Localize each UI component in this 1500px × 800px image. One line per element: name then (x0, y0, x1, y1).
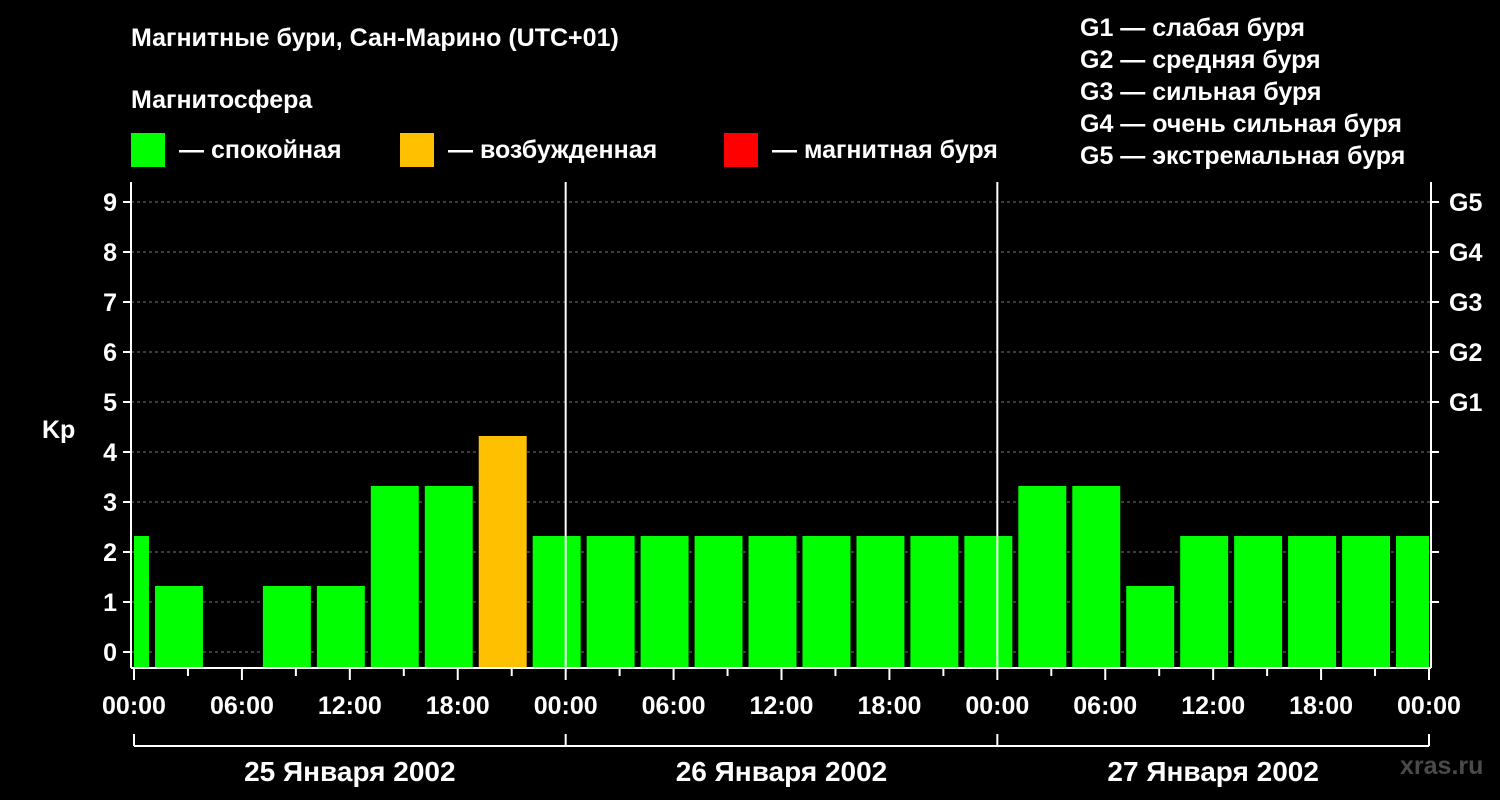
bar (154, 586, 203, 668)
y-tick-label: 8 (103, 239, 117, 267)
bar (478, 436, 527, 668)
bar (1288, 536, 1337, 668)
x-tick-label: 06:00 (210, 692, 274, 720)
day-label: 26 Января 2002 (676, 756, 888, 787)
y-tick-label: 9 (103, 189, 117, 217)
day-label: 27 Января 2002 (1107, 756, 1319, 787)
y-tick-label: 6 (103, 339, 117, 367)
g-scale-label: G2 (1449, 339, 1482, 367)
x-tick-label: 06:00 (1073, 692, 1137, 720)
g-scale-label: G1 (1449, 389, 1482, 417)
day-label: 25 Января 2002 (244, 756, 456, 787)
bar (134, 536, 149, 668)
x-tick-label: 00:00 (534, 692, 598, 720)
bar (856, 536, 905, 668)
y-tick-label: 5 (103, 389, 117, 417)
y-axis-label: Kp (42, 416, 75, 444)
bar (370, 486, 419, 668)
g-scale-label: G5 (1449, 189, 1482, 217)
bar (1342, 536, 1391, 668)
x-tick-label: 12:00 (318, 692, 382, 720)
y-tick-label: 7 (103, 289, 117, 317)
bar (802, 536, 851, 668)
bar (748, 536, 797, 668)
bar (316, 586, 365, 668)
y-tick-label: 0 (103, 639, 117, 667)
bar (1180, 536, 1229, 668)
bar (532, 536, 581, 668)
g-scale-label: G4 (1449, 239, 1482, 267)
x-tick-label: 00:00 (1397, 692, 1461, 720)
x-tick-label: 00:00 (965, 692, 1029, 720)
y-tick-label: 3 (103, 489, 117, 517)
bar (1018, 486, 1067, 668)
g-scale-label: G3 (1449, 289, 1482, 317)
x-tick-label: 18:00 (426, 692, 490, 720)
y-tick-label: 2 (103, 539, 117, 567)
bar (640, 536, 689, 668)
bar (1126, 586, 1175, 668)
bar (1234, 536, 1283, 668)
x-tick-label: 06:00 (642, 692, 706, 720)
bar (694, 536, 743, 668)
bar (1072, 486, 1121, 668)
x-tick-label: 12:00 (750, 692, 814, 720)
bar (1396, 536, 1429, 668)
bar (910, 536, 959, 668)
x-tick-label: 12:00 (1181, 692, 1245, 720)
watermark: xras.ru (1400, 752, 1484, 780)
y-tick-label: 1 (103, 589, 117, 617)
y-tick-label: 4 (103, 439, 117, 467)
x-tick-label: 18:00 (1289, 692, 1353, 720)
kp-chart: 0 1 2 3 4 5 6 7 8 9 G1 G2 G3 G4 G5 Kp 00:00 06:00 12:00 18:… (42, 182, 1482, 787)
bar (964, 536, 1013, 668)
bar (262, 586, 311, 668)
x-tick-label: 18:00 (857, 692, 921, 720)
bar (586, 536, 635, 668)
bar (424, 486, 473, 668)
x-tick-label: 00:00 (102, 692, 166, 720)
